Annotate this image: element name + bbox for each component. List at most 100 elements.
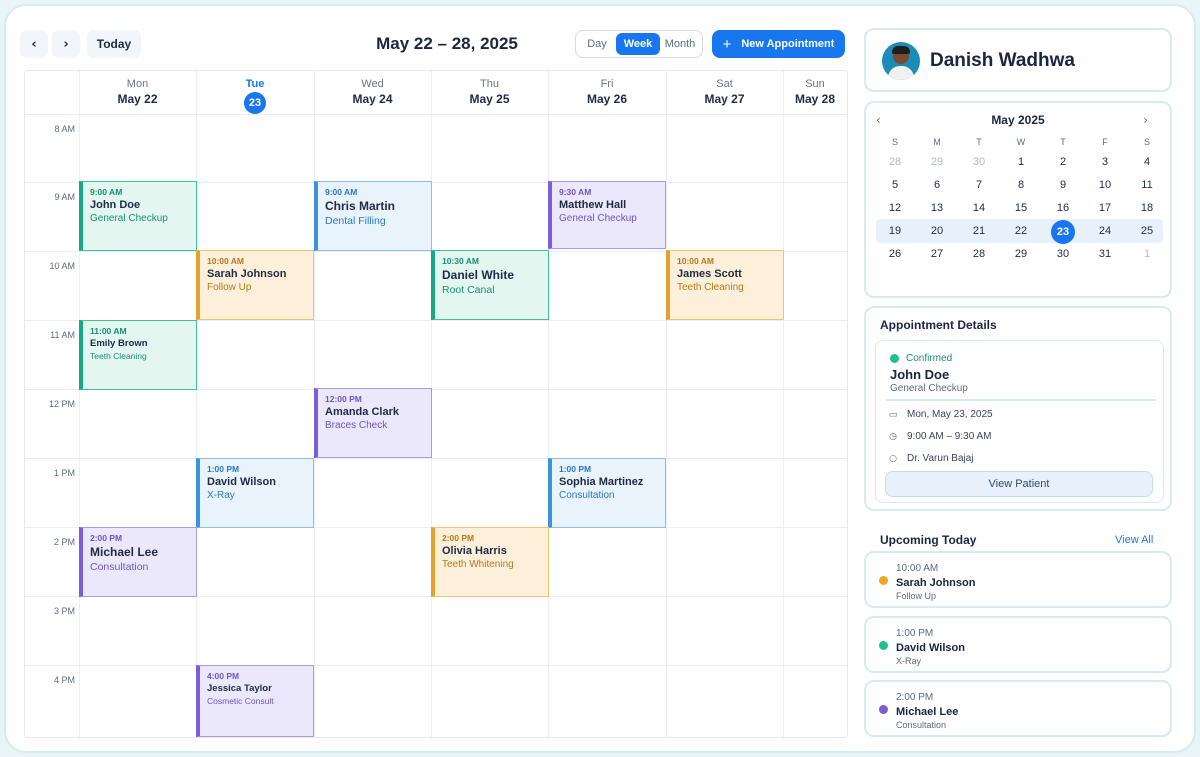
- mini-calendar-day[interactable]: 12: [880, 197, 910, 220]
- mini-calendar-day[interactable]: 21: [964, 220, 994, 243]
- view-day-option[interactable]: Day: [578, 33, 616, 55]
- mini-calendar-day[interactable]: 19: [880, 220, 910, 243]
- appointment-time: 2:00 PM: [442, 533, 475, 543]
- view-week-option[interactable]: Week: [616, 33, 660, 55]
- upcoming-type: Follow Up: [896, 591, 937, 601]
- mini-calendar-day[interactable]: 5: [880, 174, 910, 197]
- mini-calendar-day[interactable]: 27: [922, 243, 952, 266]
- day-header-date: May 27: [704, 92, 745, 106]
- appointment-time: 9:30 AM: [559, 187, 592, 197]
- upcoming-time: 10:00 AM: [896, 563, 939, 574]
- mini-calendar-day-label: 19: [888, 225, 902, 237]
- view-patient-button[interactable]: View Patient: [885, 471, 1153, 497]
- upcoming-item[interactable]: 2:00 PM Michael Lee Consultation: [864, 680, 1172, 737]
- day-header-dow: Fri: [600, 78, 614, 90]
- new-appointment-button[interactable]: + New Appointment: [712, 30, 845, 58]
- appointment-block[interactable]: 11:00 AM Emily Brown Teeth Cleaning: [79, 320, 197, 390]
- upcoming-patient: David Wilson: [896, 642, 965, 654]
- appointment-block[interactable]: 9:30 AM Matthew Hall General Checkup: [548, 181, 666, 249]
- appointment-block[interactable]: 9:00 AM John Doe General Checkup: [79, 181, 197, 251]
- mini-calendar-day[interactable]: 28: [964, 243, 994, 266]
- appointment-block[interactable]: 2:00 PM Michael Lee Consultation: [79, 527, 197, 597]
- mini-calendar-day[interactable]: 30: [964, 151, 994, 174]
- plus-icon: +: [722, 35, 732, 53]
- mini-calendar-dow: M: [933, 137, 941, 147]
- mini-calendar-day[interactable]: 22: [1006, 220, 1036, 243]
- mini-calendar-day[interactable]: 15: [1006, 197, 1036, 220]
- appointment-block[interactable]: 10:00 AM James Scott Teeth Cleaning: [666, 250, 784, 320]
- grid-divider: [25, 665, 847, 666]
- day-header-fri[interactable]: Fri May 26: [548, 71, 666, 115]
- day-header-thu[interactable]: Thu May 25: [431, 71, 548, 115]
- mini-calendar-day-label: 15: [1014, 202, 1028, 214]
- prev-week-button[interactable]: ‹: [20, 30, 48, 58]
- mini-calendar-day[interactable]: 28: [880, 151, 910, 174]
- mini-calendar-day[interactable]: 29: [1006, 243, 1036, 266]
- mini-calendar-day[interactable]: 1: [1132, 243, 1162, 266]
- appointment-block[interactable]: 4:00 PM Jessica Taylor Cosmetic Consult: [196, 665, 314, 737]
- appointment-block[interactable]: 9:00 AM Chris Martin Dental Filling: [314, 181, 432, 251]
- mini-calendar-day[interactable]: 9: [1048, 174, 1078, 197]
- mini-calendar-day[interactable]: 29: [922, 151, 952, 174]
- mini-calendar-day[interactable]: 2: [1048, 151, 1078, 174]
- appointment-type: Teeth Whitening: [442, 559, 514, 570]
- mini-calendar-day[interactable]: 25: [1132, 220, 1162, 243]
- appointment-block[interactable]: 12:00 PM Amanda Clark Braces Check: [314, 388, 432, 458]
- mini-calendar-day-label: 26: [888, 248, 902, 260]
- day-header-sat[interactable]: Sat May 27: [666, 71, 783, 115]
- day-header-date: May 25: [469, 92, 510, 106]
- next-week-button[interactable]: ›: [52, 30, 80, 58]
- week-calendar-grid: Mon May 22 Tue 23 Wed May 24 Thu May 25 …: [24, 70, 848, 738]
- today-button[interactable]: Today: [87, 30, 141, 58]
- day-header-wed[interactable]: Wed May 24: [314, 71, 431, 115]
- mini-calendar-day[interactable]: 17: [1090, 197, 1120, 220]
- appointment-block[interactable]: 2:00 PM Olivia Harris Teeth Whitening: [431, 527, 549, 597]
- appointment-patient: Jessica Taylor: [207, 683, 272, 694]
- day-header-mon[interactable]: Mon May 22: [79, 71, 196, 115]
- mini-calendar-selected-day[interactable]: 23: [1048, 220, 1078, 244]
- mini-calendar-day-label: 31: [1098, 248, 1112, 260]
- mini-calendar-day[interactable]: 16: [1048, 197, 1078, 220]
- mini-calendar-day-label: 16: [1056, 202, 1070, 214]
- mini-calendar-day[interactable]: 10: [1090, 174, 1120, 197]
- day-header-sun[interactable]: Sun May 28: [783, 71, 847, 115]
- new-appointment-label: New Appointment: [741, 38, 835, 50]
- mini-calendar-day[interactable]: 4: [1132, 151, 1162, 174]
- mini-calendar-day[interactable]: 20: [922, 220, 952, 243]
- mini-calendar-day[interactable]: 7: [964, 174, 994, 197]
- appointment-time: 10:00 AM: [677, 256, 715, 266]
- mini-calendar-day-label: 29: [1014, 248, 1028, 260]
- view-all-link[interactable]: View All: [1115, 534, 1153, 546]
- mini-calendar-day[interactable]: 8: [1006, 174, 1036, 197]
- mini-calendar-day[interactable]: 14: [964, 197, 994, 220]
- mini-calendar-day[interactable]: 1: [1006, 151, 1036, 174]
- appointment-patient: David Wilson: [207, 476, 276, 488]
- appointment-block[interactable]: 10:30 AM Daniel White Root Canal: [431, 250, 549, 320]
- mini-calendar-day[interactable]: 3: [1090, 151, 1120, 174]
- mini-calendar-day[interactable]: 18: [1132, 197, 1162, 220]
- user-avatar-icon[interactable]: [882, 42, 920, 80]
- mini-calendar-day[interactable]: 24: [1090, 220, 1120, 243]
- upcoming-item[interactable]: 10:00 AM Sarah Johnson Follow Up: [864, 551, 1172, 608]
- mini-calendar-day[interactable]: 26: [880, 243, 910, 266]
- view-month-option[interactable]: Month: [660, 33, 700, 55]
- patient-name: John Doe: [890, 367, 950, 382]
- mini-calendar-day[interactable]: 31: [1090, 243, 1120, 266]
- appointment-block[interactable]: 1:00 PM Sophia Martinez Consultation: [548, 458, 666, 528]
- mini-calendar-day-label: 7: [975, 179, 983, 191]
- mini-calendar-day-label: 12: [888, 202, 902, 214]
- time-label: 8 AM: [54, 124, 75, 134]
- mini-calendar-day[interactable]: 6: [922, 174, 952, 197]
- upcoming-item[interactable]: 1:00 PM David Wilson X-Ray: [864, 616, 1172, 673]
- appointment-block[interactable]: 10:00 AM Sarah Johnson Follow Up: [196, 250, 314, 320]
- mini-calendar-dow: F: [1102, 137, 1108, 147]
- mini-calendar-day[interactable]: 11: [1132, 174, 1162, 197]
- appointment-block[interactable]: 1:00 PM David Wilson X-Ray: [196, 458, 314, 528]
- mini-calendar-day-label: 21: [972, 225, 986, 237]
- mini-calendar-day[interactable]: 13: [922, 197, 952, 220]
- upcoming-time: 1:00 PM: [896, 628, 934, 639]
- mini-calendar-day[interactable]: 30: [1048, 243, 1078, 266]
- day-header-date: May 24: [352, 92, 393, 106]
- day-header-tue[interactable]: Tue 23: [196, 71, 314, 115]
- mini-next-month-button[interactable]: ›: [1143, 113, 1148, 127]
